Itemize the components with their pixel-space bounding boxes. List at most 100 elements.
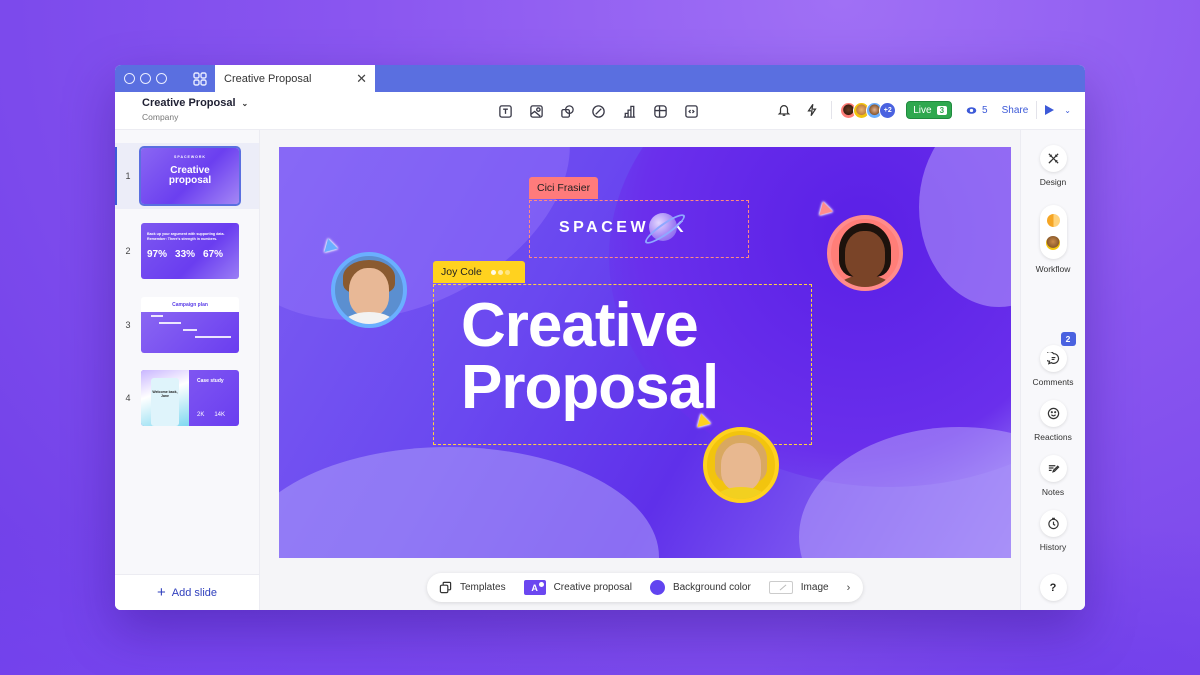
thumb-stat: 33% xyxy=(175,249,196,260)
reactions-label: Reactions xyxy=(1034,432,1072,442)
live-badge[interactable]: Live 3 xyxy=(906,101,953,119)
right-panel: Design Workflow 2 Comments Reactions Not… xyxy=(1020,130,1085,610)
live-count: 3 xyxy=(936,105,948,115)
image-icon xyxy=(529,104,543,118)
insert-chart-button[interactable] xyxy=(619,101,639,121)
smiley-icon xyxy=(1047,407,1059,420)
typing-indicator xyxy=(490,269,510,275)
lightning-icon xyxy=(807,103,817,117)
avatar-face xyxy=(348,268,390,316)
thumb-stat: 97% xyxy=(147,249,168,260)
slide-number: 1 xyxy=(125,171,131,181)
present-button[interactable]: ⌄ xyxy=(1045,105,1071,115)
design-button[interactable]: Design xyxy=(1021,145,1085,187)
history-label: History xyxy=(1039,542,1067,552)
insert-toolbar xyxy=(495,101,701,121)
chevron-down-icon[interactable]: ⌄ xyxy=(1064,106,1071,115)
window-close-button[interactable] xyxy=(124,73,135,84)
collaborator-avatar-joy xyxy=(703,427,779,503)
thumb-body xyxy=(141,312,239,353)
color-swatch-icon xyxy=(649,580,665,595)
design-button-circle xyxy=(1039,145,1067,172)
reactions-button[interactable]: Reactions xyxy=(1021,400,1085,442)
slide-thumbnail-2[interactable]: 2 Back up your argument with supporting … xyxy=(115,218,259,284)
notifications-button[interactable] xyxy=(773,99,795,121)
table-icon xyxy=(653,104,667,118)
add-slide-button[interactable]: + Add slide xyxy=(115,574,259,610)
slide-thumbnail-4[interactable]: 4 Welcome back, Jane Case study 2K 14K xyxy=(115,365,259,431)
eye-icon xyxy=(966,106,977,114)
collaborator-avatar-man xyxy=(331,252,407,328)
background-color-button[interactable]: Background color xyxy=(649,580,751,595)
insert-embed-button[interactable] xyxy=(681,101,701,121)
background-image-button[interactable]: Image xyxy=(768,581,829,594)
slide-preview: Campaign plan xyxy=(141,297,239,353)
workflow-button[interactable]: Workflow xyxy=(1021,205,1085,274)
notes-button[interactable]: Notes xyxy=(1021,455,1085,497)
slide-preview: Welcome back, Jane Case study 2K 14K xyxy=(141,370,239,426)
design-tools-icon xyxy=(1047,153,1059,164)
embed-icon xyxy=(684,104,698,118)
slide-preview: SPACEWORK Creative proposal xyxy=(139,146,241,206)
share-button[interactable]: Share xyxy=(1002,105,1029,116)
tab-title: Creative Proposal xyxy=(224,72,312,85)
more-collaborators-badge[interactable]: +2 xyxy=(879,101,897,119)
thumb-title: Creative proposal xyxy=(141,166,239,186)
tab-bar: Creative Proposal ✕ xyxy=(115,65,1085,92)
chevron-right-icon[interactable]: › xyxy=(847,582,851,594)
insert-table-button[interactable] xyxy=(650,101,670,121)
insert-shapes-button[interactable] xyxy=(557,101,577,121)
templates-label: Templates xyxy=(460,582,506,593)
chevron-down-icon: ⌄ xyxy=(241,98,249,108)
slide-thumbnail-1[interactable]: 1 SPACEWORK Creative proposal xyxy=(115,143,259,209)
notes-icon xyxy=(1048,465,1059,473)
design-label: Design xyxy=(1039,177,1067,187)
planet-icon xyxy=(649,213,677,241)
quick-actions-button[interactable] xyxy=(801,99,823,121)
window-controls xyxy=(115,65,185,92)
thumb-stat: 14K xyxy=(214,412,226,418)
slide-canvas[interactable]: Cici Frasier SPACEW RK Joy Cole Creative… xyxy=(279,147,1011,558)
collaborator-avatars[interactable]: +2 xyxy=(840,101,897,119)
window-minimize-button[interactable] xyxy=(140,73,151,84)
add-slide-label: Add slide xyxy=(171,586,218,599)
window-maximize-button[interactable] xyxy=(156,73,167,84)
slide-number: 3 xyxy=(125,320,131,330)
comment-icon xyxy=(1046,352,1059,365)
insert-sticker-button[interactable] xyxy=(588,101,608,121)
avatar-body xyxy=(713,486,769,499)
history-button-circle xyxy=(1039,510,1067,537)
sticker-icon xyxy=(591,104,605,118)
editor-header: Creative Proposal ⌄ Company +2 Live 3 5 … xyxy=(115,92,1085,130)
viewer-count: 5 xyxy=(982,104,988,116)
slide-preview: Back up your argument with supporting da… xyxy=(141,223,239,279)
document-title-area: Creative Proposal ⌄ Company xyxy=(142,97,248,122)
history-button[interactable]: History xyxy=(1021,510,1085,552)
avatar-face xyxy=(844,231,886,279)
templates-icon xyxy=(439,581,452,594)
insert-image-button[interactable] xyxy=(526,101,546,121)
apps-grid-icon[interactable] xyxy=(185,65,215,92)
slides-sidebar: 1 SPACEWORK Creative proposal 2 Back up … xyxy=(115,130,260,610)
help-button[interactable]: ? xyxy=(1021,574,1085,601)
templates-button[interactable]: Templates xyxy=(439,581,506,594)
tab-creative-proposal[interactable]: Creative Proposal ✕ xyxy=(215,65,375,92)
collaborator-name: Joy Cole xyxy=(441,266,482,278)
tab-close-icon[interactable]: ✕ xyxy=(356,71,367,87)
comments-button[interactable]: 2 Comments xyxy=(1021,332,1085,387)
thumb-stat: 67% xyxy=(203,249,224,260)
slide-number: 2 xyxy=(125,246,131,256)
viewers-indicator[interactable]: 5 xyxy=(966,105,988,116)
assignee-avatar xyxy=(1046,235,1060,250)
bell-icon xyxy=(777,105,791,116)
document-title-button[interactable]: Creative Proposal ⌄ xyxy=(142,97,248,109)
image-label: Image xyxy=(800,582,829,593)
theme-button[interactable]: A Creative proposal xyxy=(523,580,632,595)
gantt-bar xyxy=(159,322,181,324)
slide-title[interactable]: Creative Proposal xyxy=(461,295,719,419)
slide-thumbnail-3[interactable]: 3 Campaign plan xyxy=(115,292,259,358)
insert-text-button[interactable] xyxy=(495,101,515,121)
gantt-bar xyxy=(151,315,163,317)
comments-label: Comments xyxy=(1032,377,1074,387)
collaborator-name: Cici Frasier xyxy=(537,182,591,194)
